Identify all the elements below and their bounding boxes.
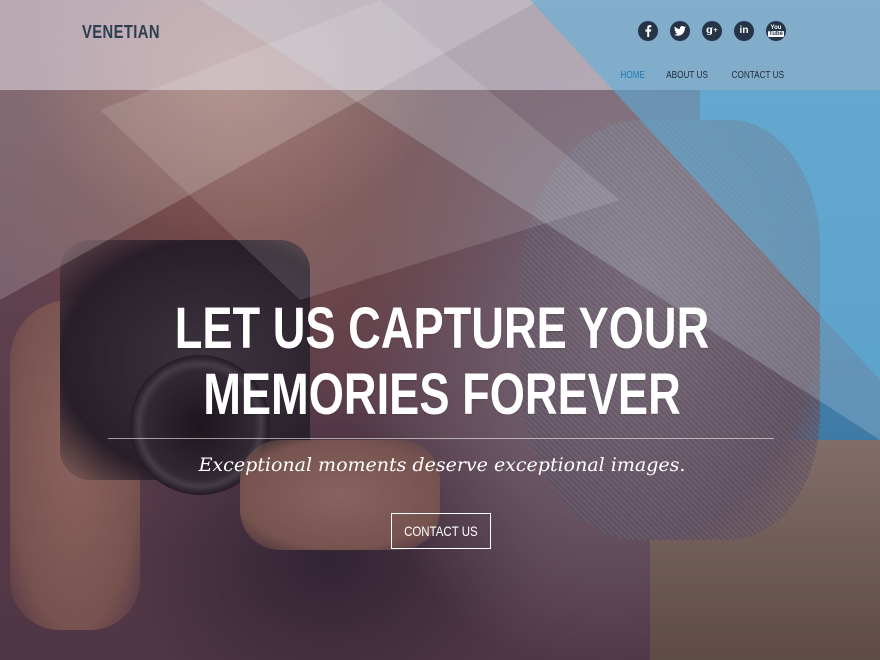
page: VENETIAN g + in You Tube HOME ABOUT US CO…	[0, 0, 880, 660]
hero-section: LET US CAPTURE YOUR MEMORIES FOREVER Exc…	[0, 0, 880, 660]
contact-us-button-label: CONTACT US	[404, 523, 478, 539]
hero-headline-line-1: LET US CAPTURE YOUR	[174, 296, 710, 361]
hero-headline-line-2: MEMORIES FOREVER	[203, 362, 681, 427]
hero-divider	[108, 438, 774, 439]
contact-us-button[interactable]: CONTACT US	[391, 513, 491, 549]
hero-tagline: Exceptional moments deserve exceptional …	[198, 454, 686, 476]
hero-headline: LET US CAPTURE YOUR MEMORIES FOREVER	[97, 296, 787, 428]
